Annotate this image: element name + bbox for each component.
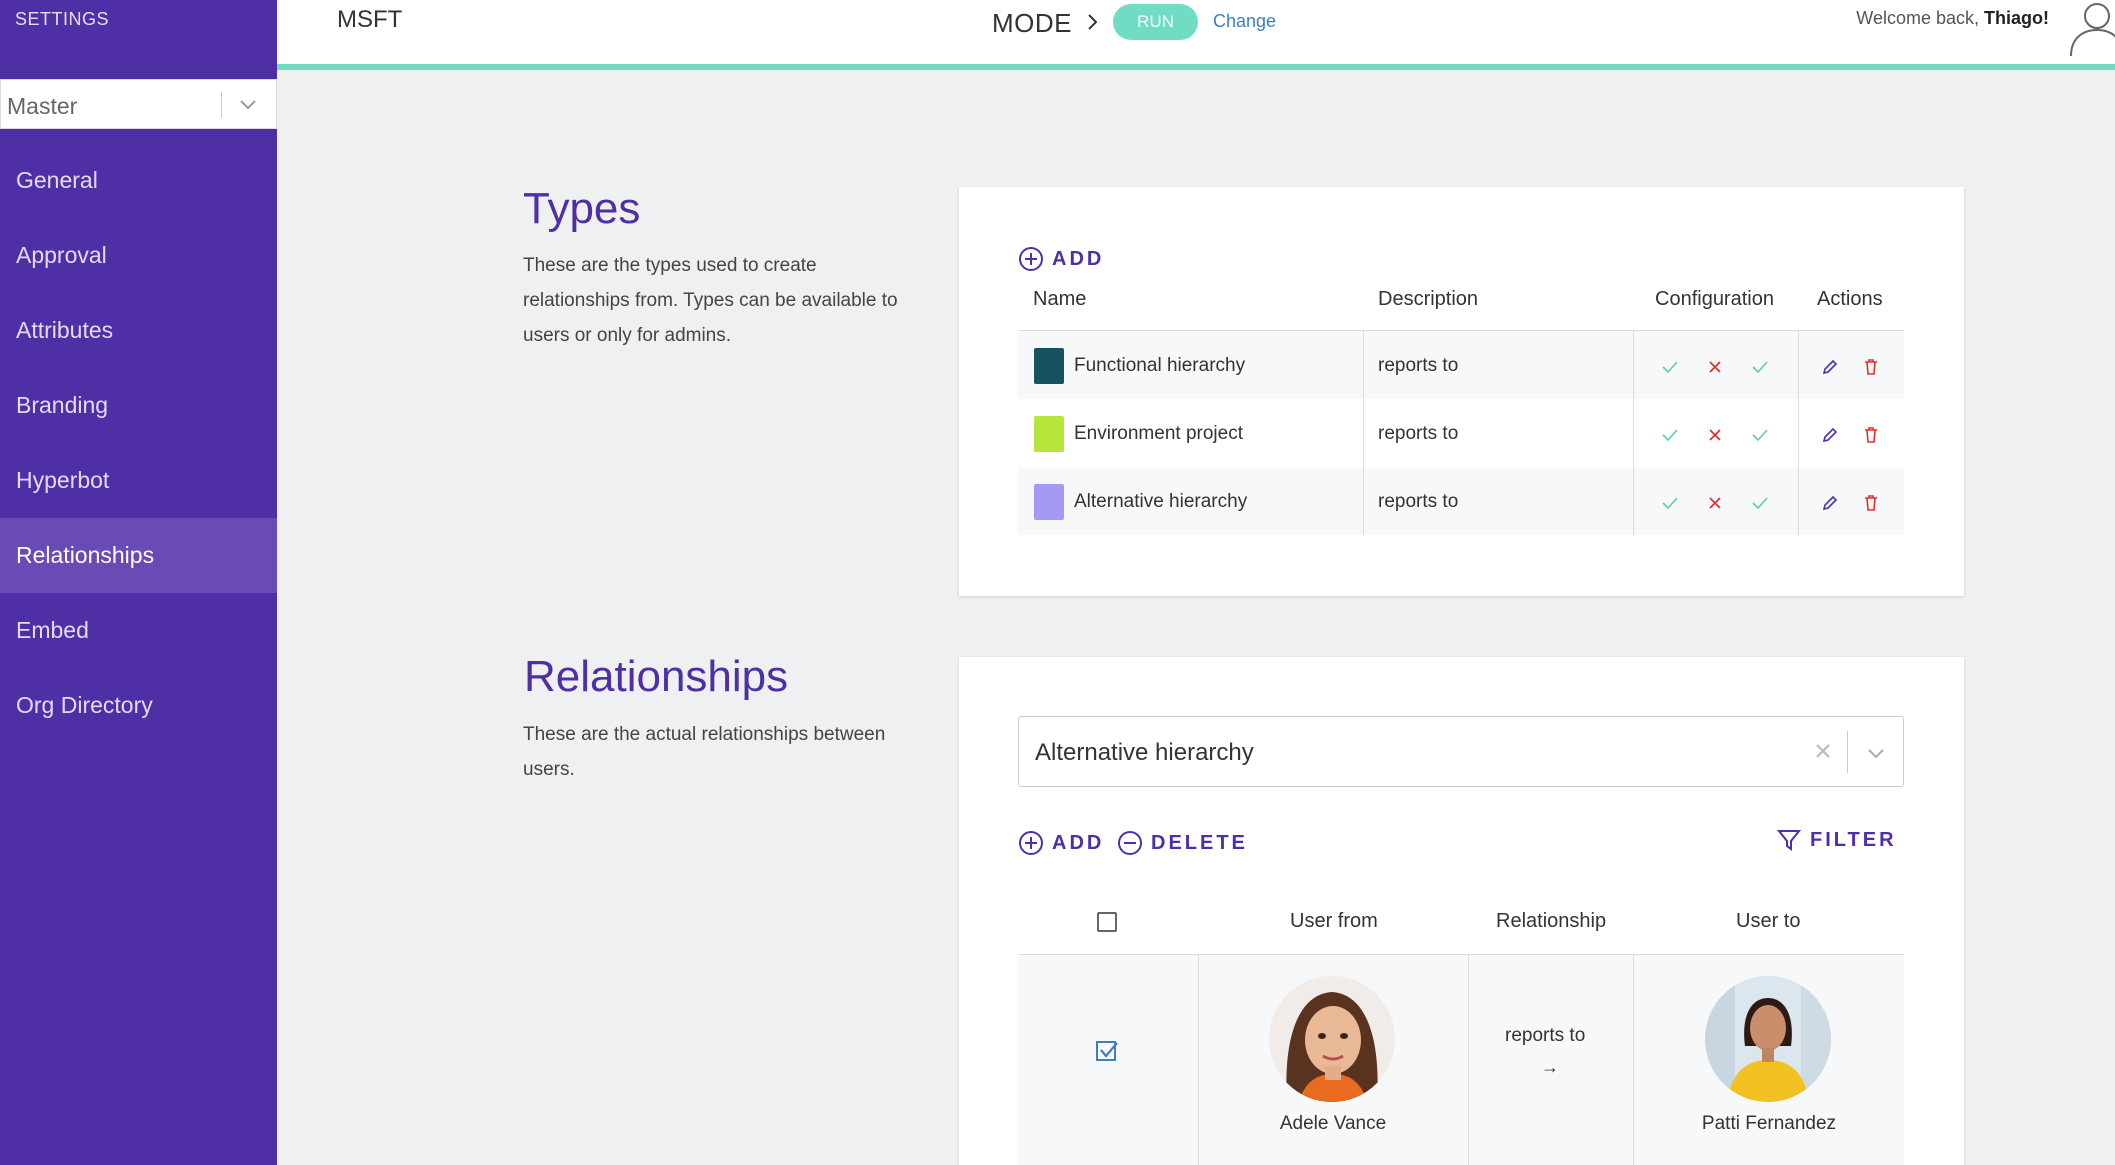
check-icon — [1752, 429, 1768, 442]
type-name: Environment project — [1074, 423, 1243, 444]
sidebar-item-branding[interactable]: Branding — [0, 368, 277, 443]
relationship-type-select-value: Alternative hierarchy — [1035, 739, 1254, 766]
user-avatar-icon[interactable] — [2057, 0, 2115, 58]
add-relationship-button[interactable]: ADD — [1018, 830, 1104, 856]
relationship-type-select[interactable]: Alternative hierarchy — [1018, 716, 1904, 787]
relationships-description: These are the actual relationships betwe… — [523, 724, 886, 780]
row-checkbox-checked[interactable] — [1094, 1038, 1120, 1064]
type-name: Alternative hierarchy — [1074, 491, 1248, 512]
sidebar: SETTINGS Master General Approval Attribu… — [0, 0, 277, 1165]
welcome-prefix: Welcome back, — [1856, 8, 1984, 28]
column-divider — [1633, 955, 1634, 1165]
type-description: reports to — [1378, 355, 1459, 376]
delete-relationship-label: DELETE — [1151, 831, 1248, 854]
check-icon — [1662, 497, 1678, 510]
sidebar-item-hyperbot[interactable]: Hyperbot — [0, 443, 277, 518]
type-color-swatch — [1034, 416, 1064, 452]
environment-select[interactable]: Master — [0, 79, 277, 129]
sidebar-item-attributes[interactable]: Attributes — [0, 293, 277, 368]
check-icon — [1752, 361, 1768, 374]
plus-circle-icon — [1019, 247, 1043, 271]
user-from-avatar — [1269, 976, 1395, 1102]
type-color-swatch — [1034, 484, 1064, 520]
type-description: reports to — [1378, 423, 1459, 444]
column-divider — [1798, 331, 1799, 536]
change-mode-link[interactable]: Change — [1213, 11, 1276, 32]
column-header-user-from: User from — [1290, 910, 1378, 932]
delete-icon[interactable] — [1861, 493, 1881, 513]
select-separator — [221, 92, 222, 118]
select-all-checkbox[interactable] — [1097, 912, 1117, 932]
add-type-button[interactable]: ADD — [1018, 246, 1104, 272]
type-color-swatch — [1034, 348, 1064, 384]
sidebar-item-relationships[interactable]: Relationships — [0, 518, 277, 593]
column-divider — [1198, 955, 1199, 1165]
column-header-user-to: User to — [1736, 910, 1801, 932]
chevron-down-icon[interactable] — [236, 92, 260, 116]
plus-circle-icon — [1019, 831, 1043, 855]
top-header: MSFT MODE RUN Change Welcome back, Thiag… — [277, 0, 2115, 70]
select-separator — [1847, 731, 1848, 773]
chevron-right-icon — [1088, 14, 1098, 30]
relationships-title: Relationships — [524, 652, 789, 701]
column-header-configuration: Configuration — [1655, 288, 1774, 310]
clear-icon[interactable] — [1813, 741, 1833, 761]
settings-label: SETTINGS — [15, 9, 110, 29]
filter-label: FILTER — [1810, 828, 1897, 851]
sidebar-item-embed[interactable]: Embed — [0, 593, 277, 668]
edit-icon[interactable] — [1820, 493, 1840, 513]
column-header-name: Name — [1033, 288, 1087, 310]
type-description: reports to — [1378, 491, 1459, 512]
delete-icon[interactable] — [1861, 357, 1881, 377]
check-icon — [1662, 429, 1678, 442]
environment-select-value: Master — [7, 93, 78, 119]
check-icon — [1662, 361, 1678, 374]
user-to-name: Patti Fernandez — [1701, 1113, 1837, 1134]
arrow-right-icon: → — [1541, 1057, 1559, 1077]
column-header-description: Description — [1378, 288, 1479, 310]
edit-icon[interactable] — [1820, 425, 1840, 445]
column-header-relationship: Relationship — [1496, 910, 1607, 932]
edit-icon[interactable] — [1820, 357, 1840, 377]
delete-icon[interactable] — [1861, 425, 1881, 445]
column-divider — [1468, 955, 1469, 1165]
user-name: Thiago! — [1984, 8, 2049, 28]
filter-button[interactable]: FILTER — [1776, 827, 1897, 853]
relationship-label: reports to — [1505, 1025, 1586, 1046]
x-icon — [1709, 497, 1721, 509]
column-divider — [1633, 331, 1634, 536]
x-icon — [1709, 361, 1721, 373]
chevron-down-icon[interactable] — [1865, 742, 1887, 764]
sidebar-item-general[interactable]: General — [0, 143, 277, 218]
column-divider — [1363, 331, 1364, 536]
brand-name: MSFT — [337, 6, 403, 33]
add-relationship-label: ADD — [1052, 831, 1105, 854]
type-name: Functional hierarchy — [1074, 355, 1246, 376]
types-description: These are the types used to create relat… — [523, 255, 898, 346]
user-to-avatar — [1705, 976, 1831, 1102]
delete-relationship-button[interactable]: DELETE — [1117, 830, 1248, 856]
types-title: Types — [523, 184, 641, 233]
sidebar-item-approval[interactable]: Approval — [0, 218, 277, 293]
mode-badge: RUN — [1113, 4, 1198, 40]
column-header-actions: Actions — [1817, 288, 1883, 310]
x-icon — [1709, 429, 1721, 441]
check-icon — [1752, 497, 1768, 510]
sidebar-item-org-directory[interactable]: Org Directory — [0, 668, 277, 743]
minus-circle-icon — [1118, 831, 1142, 855]
user-from-name: Adele Vance — [1279, 1113, 1387, 1134]
welcome-message: Welcome back, Thiago! — [1856, 8, 2049, 29]
mode-label: MODE — [992, 8, 1072, 38]
add-type-label: ADD — [1052, 247, 1105, 270]
filter-icon — [1776, 830, 1802, 851]
